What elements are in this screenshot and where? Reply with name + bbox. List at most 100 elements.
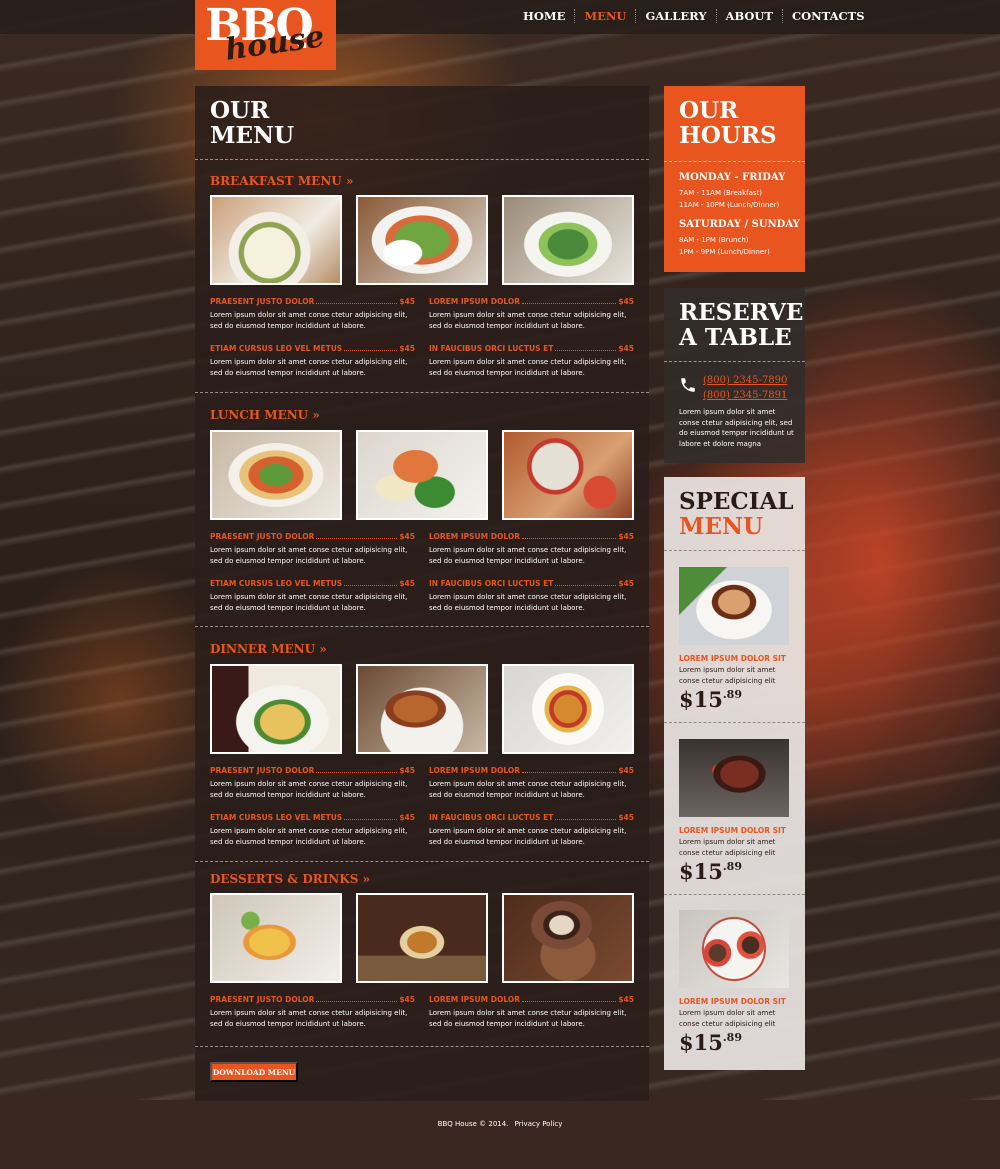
page-title: OUR MENU <box>210 98 294 148</box>
nav-gallery[interactable]: GALLERY <box>636 9 715 23</box>
item-price: $45 <box>399 579 415 588</box>
dotted-leader <box>521 772 617 773</box>
nav-contacts[interactable]: CONTACTS <box>783 9 874 23</box>
menu-panel: OUR MENU BREAKFAST MENU » PRAESENT JUSTO… <box>195 86 649 1101</box>
special-item-desc: Lorem ipsum dolor sit amet conse ctetur … <box>679 838 776 857</box>
item-price: $45 <box>618 532 634 541</box>
menu-item-desc: Lorem ipsum dolor sit amet conse ctetur … <box>429 311 627 330</box>
download-menu-button[interactable]: DOWNLOAD MENU <box>210 1062 298 1082</box>
special-item-desc: Lorem ipsum dolor sit amet conse ctetur … <box>679 666 776 685</box>
lunch-image-3[interactable] <box>502 430 634 520</box>
menu-item-desc: Lorem ipsum dolor sit amet conse ctetur … <box>429 780 627 799</box>
menu-item-title: ETIAM CURSUS LEO VEL METUS $45 <box>210 578 415 588</box>
nav-menu[interactable]: MENU <box>575 9 635 23</box>
menu-item-title: PRAESENT JUSTO DOLOR $45 <box>210 994 415 1004</box>
divider <box>195 626 649 627</box>
menu-item-title: ETIAM CURSUS LEO VEL METUS $45 <box>210 812 415 822</box>
reserve-title-line2: A TABLE <box>679 324 792 351</box>
item-name: IN FAUCIBUS ORCI LUCTUS ET <box>429 344 554 353</box>
lunch-image-1[interactable] <box>210 430 342 520</box>
item-name: PRAESENT JUSTO DOLOR <box>210 766 315 775</box>
menu-item-title: PRAESENT JUSTO DOLOR $45 <box>210 531 415 541</box>
dotted-leader <box>555 819 617 820</box>
section-title-desserts[interactable]: DESSERTS & DRINKS » <box>210 872 370 886</box>
divider <box>195 159 649 160</box>
item-price: $45 <box>399 297 415 306</box>
divider <box>664 550 805 551</box>
item-price: $45 <box>399 766 415 775</box>
divider <box>195 1046 649 1047</box>
lunch-image-2[interactable] <box>356 430 488 520</box>
footer: BBQ House © 2014. Privacy Policy <box>0 1120 1000 1128</box>
breakfast-image-2[interactable] <box>356 195 488 285</box>
section-title-dinner[interactable]: DINNER MENU » <box>210 642 327 656</box>
nav-about[interactable]: ABOUT <box>717 9 782 23</box>
special-item-name: LOREM IPSUM DOLOR SIT <box>679 997 786 1006</box>
item-name: PRAESENT JUSTO DOLOR <box>210 995 315 1004</box>
weekend-heading: SATURDAY / SUNDAY <box>679 219 800 230</box>
special-item-image-1[interactable] <box>679 567 789 645</box>
breakfast-image-1[interactable] <box>210 195 342 285</box>
item-name: IN FAUCIBUS ORCI LUCTUS ET <box>429 579 554 588</box>
divider <box>664 722 805 723</box>
dotted-leader <box>555 350 617 351</box>
dotted-leader <box>344 819 398 820</box>
menu-item-title: LOREM IPSUM DOLOR $45 <box>429 531 634 541</box>
price-cents: .89 <box>722 1031 742 1044</box>
desserts-image-1[interactable] <box>210 893 342 983</box>
special-title-line1: SPECIAL <box>679 488 794 515</box>
price-main: $15 <box>679 859 723 884</box>
dotted-leader <box>316 1001 398 1002</box>
site-logo[interactable]: BBQ house <box>195 0 336 70</box>
dotted-leader <box>316 303 398 304</box>
price-main: $15 <box>679 687 723 712</box>
divider <box>664 361 805 362</box>
menu-item-title: IN FAUCIBUS ORCI LUCTUS ET $45 <box>429 343 634 353</box>
item-price: $45 <box>618 995 634 1004</box>
dotted-leader <box>316 538 398 539</box>
special-item-name: LOREM IPSUM DOLOR SIT <box>679 654 786 663</box>
menu-item-desc: Lorem ipsum dolor sit amet conse ctetur … <box>210 358 408 377</box>
phone-number-2[interactable]: (800) 2345-7891 <box>703 390 787 401</box>
dotted-leader <box>316 772 398 773</box>
item-price: $45 <box>618 579 634 588</box>
breakfast-image-3[interactable] <box>502 195 634 285</box>
special-title: SPECIAL MENU <box>679 489 794 539</box>
main-nav: HOME MENU GALLERY ABOUT CONTACTS <box>514 9 874 23</box>
dinner-image-2[interactable] <box>356 664 488 754</box>
special-item-price: $15.89 <box>679 1030 742 1055</box>
menu-item-title: ETIAM CURSUS LEO VEL METUS $45 <box>210 343 415 353</box>
item-name: ETIAM CURSUS LEO VEL METUS <box>210 813 343 822</box>
item-name: LOREM IPSUM DOLOR <box>429 297 520 306</box>
item-name: ETIAM CURSUS LEO VEL METUS <box>210 344 343 353</box>
weekday-hours-2: 11AM - 10PM (Lunch/Dinner) <box>679 201 780 209</box>
divider <box>664 161 805 162</box>
dinner-image-3[interactable] <box>502 664 634 754</box>
dotted-leader <box>521 303 617 304</box>
nav-home[interactable]: HOME <box>514 9 574 23</box>
page-title-line1: OUR <box>210 97 270 124</box>
hours-title-line1: OUR <box>679 97 739 124</box>
phone-number-1[interactable]: (800) 2345-7890 <box>703 375 787 386</box>
dotted-leader <box>521 1001 617 1002</box>
menu-item-desc: Lorem ipsum dolor sit amet conse ctetur … <box>210 546 408 565</box>
menu-item-desc: Lorem ipsum dolor sit amet conse ctetur … <box>429 358 627 377</box>
menu-item-title: IN FAUCIBUS ORCI LUCTUS ET $45 <box>429 578 634 588</box>
desserts-image-3[interactable] <box>502 893 634 983</box>
special-item-price: $15.89 <box>679 687 742 712</box>
section-title-lunch[interactable]: LUNCH MENU » <box>210 408 320 422</box>
menu-item-title: LOREM IPSUM DOLOR $45 <box>429 994 634 1004</box>
special-item-image-2[interactable] <box>679 739 789 817</box>
privacy-policy-link[interactable]: Privacy Policy <box>515 1120 563 1128</box>
menu-item-desc: Lorem ipsum dolor sit amet conse ctetur … <box>429 593 627 612</box>
reserve-box: RESERVE A TABLE (800) 2345-7890 (800) 23… <box>664 288 805 463</box>
special-item-image-3[interactable] <box>679 910 789 988</box>
reserve-description: Lorem ipsum dolor sit amet conse ctetur … <box>679 408 794 448</box>
item-name: LOREM IPSUM DOLOR <box>429 766 520 775</box>
desserts-image-2[interactable] <box>356 893 488 983</box>
special-menu-box: SPECIAL MENU LOREM IPSUM DOLOR SIT Lorem… <box>664 477 805 1070</box>
dinner-image-1[interactable] <box>210 664 342 754</box>
dotted-leader <box>344 350 398 351</box>
divider <box>195 392 649 393</box>
section-title-breakfast[interactable]: BREAKFAST MENU » <box>210 174 353 188</box>
